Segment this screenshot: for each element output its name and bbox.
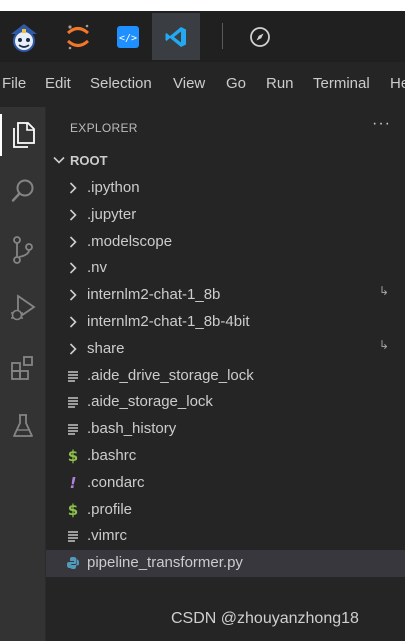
- code-editor-app-icon[interactable]: </>: [104, 13, 152, 60]
- tree-file-row[interactable]: pipeline_transformer.py: [46, 550, 405, 577]
- chevron-right-icon: [66, 207, 80, 223]
- text-file-icon: [66, 421, 80, 437]
- browser-app-icon[interactable]: [236, 13, 284, 60]
- menu-edit[interactable]: Edit: [45, 75, 71, 92]
- text-file-icon: [66, 394, 80, 410]
- chevron-right-icon: [66, 314, 80, 330]
- dock-separator: [222, 23, 223, 49]
- explorer-sidebar: EXPLORER ··· ROOT .ipython .jupyter .model…: [46, 107, 405, 641]
- chevron-right-icon: [66, 287, 80, 303]
- menu-terminal[interactable]: Terminal: [313, 75, 370, 92]
- tree-folder-row[interactable]: internlm2-chat-1_8b-4bit: [46, 309, 405, 336]
- files-icon: [13, 122, 35, 148]
- tree-file-row[interactable]: .vimrc: [46, 523, 405, 550]
- jupyter-icon: [66, 24, 90, 49]
- extensions-icon: [11, 356, 33, 380]
- vscode-app-icon[interactable]: [152, 13, 200, 60]
- chevron-right-icon: [66, 234, 80, 250]
- tree-item-label: .vimrc: [87, 527, 127, 545]
- jupyter-app-icon[interactable]: [54, 13, 102, 60]
- tree-item-label: pipeline_transformer.py: [87, 554, 243, 572]
- tree-file-row[interactable]: .aide_storage_lock: [46, 389, 405, 416]
- vscode-icon: [165, 26, 186, 47]
- chevron-down-icon: [53, 156, 65, 164]
- code-brackets-icon: </>: [117, 25, 139, 48]
- tree-folder-row[interactable]: share ↳: [46, 336, 405, 363]
- menu-help[interactable]: He: [390, 75, 405, 92]
- tree-folder-row[interactable]: .modelscope: [46, 229, 405, 256]
- explorer-activity-button[interactable]: [0, 112, 46, 158]
- mascot-icon: [11, 23, 37, 52]
- symlink-icon: ↳: [378, 337, 389, 352]
- file-tree: .ipython .jupyter .modelscope .nv internlm2-…: [46, 175, 405, 577]
- text-file-icon: [66, 368, 80, 384]
- run-debug-activity-button[interactable]: [0, 285, 46, 331]
- watermark-text: CSDN @zhouyanzhong18: [171, 610, 359, 627]
- svg-text:</>: </>: [119, 33, 137, 44]
- tree-folder-row[interactable]: .nv: [46, 255, 405, 282]
- tree-folder-row[interactable]: .jupyter: [46, 202, 405, 229]
- tree-file-row[interactable]: ! .condarc: [46, 470, 405, 497]
- source-control-activity-button[interactable]: [0, 227, 46, 273]
- search-icon: [11, 179, 34, 202]
- shell-dollar-icon: $: [67, 446, 79, 465]
- tree-file-row[interactable]: .bash_history: [46, 416, 405, 443]
- menu-file[interactable]: File: [2, 75, 26, 92]
- source-control-icon: [13, 236, 33, 264]
- mascot-app-icon[interactable]: [0, 13, 48, 60]
- tree-item-label: .condarc: [87, 473, 145, 491]
- symlink-icon: ↳: [378, 284, 389, 299]
- tree-folder-row[interactable]: .ipython: [46, 175, 405, 202]
- tree-folder-row[interactable]: internlm2-chat-1_8b ↳: [46, 282, 405, 309]
- tree-item-label: .ipython: [87, 179, 140, 196]
- tree-item-label: .nv: [87, 259, 108, 277]
- tree-item-label: share: [87, 339, 125, 357]
- chevron-right-icon: [66, 341, 80, 357]
- more-actions-button[interactable]: ···: [372, 115, 391, 133]
- activity-bar: [0, 107, 46, 641]
- menu-view[interactable]: View: [173, 75, 205, 92]
- python-icon: [66, 555, 80, 571]
- tree-file-row[interactable]: $ .profile: [46, 497, 405, 524]
- exclamation-icon: !: [69, 473, 77, 492]
- tree-item-label: .bashrc: [87, 446, 137, 464]
- menu-run[interactable]: Run: [266, 75, 294, 92]
- root-folder-header[interactable]: ROOT: [46, 147, 405, 173]
- chevron-right-icon: [66, 260, 80, 276]
- taskbar: </>: [0, 11, 405, 62]
- flask-icon: [13, 414, 33, 437]
- tree-item-label: internlm2-chat-1_8b: [87, 286, 221, 304]
- menu-selection[interactable]: Selection: [90, 75, 152, 92]
- tree-item-label: .jupyter: [87, 205, 137, 223]
- compass-icon: [250, 26, 270, 47]
- tree-item-label: .modelscope: [87, 232, 173, 250]
- explorer-title: EXPLORER: [70, 121, 138, 135]
- menu-go[interactable]: Go: [226, 75, 246, 92]
- search-activity-button[interactable]: [0, 168, 46, 214]
- extensions-activity-button[interactable]: [0, 345, 46, 391]
- tree-item-label: .bash_history: [87, 420, 177, 438]
- testing-activity-button[interactable]: [0, 403, 46, 449]
- chevron-right-icon: [66, 180, 80, 196]
- tree-file-row[interactable]: .aide_drive_storage_lock: [46, 363, 405, 390]
- tree-item-label: internlm2-chat-1_8b-4bit: [87, 312, 250, 330]
- run-debug-icon: [11, 294, 36, 321]
- tree-item-label: .aide_storage_lock: [87, 393, 213, 411]
- menubar: File Edit Selection View Go Run Terminal…: [0, 62, 405, 107]
- root-folder-label: ROOT: [70, 153, 108, 168]
- text-file-icon: [66, 528, 80, 544]
- shell-dollar-icon: $: [67, 500, 79, 519]
- tree-item-label: .aide_drive_storage_lock: [87, 366, 254, 384]
- tree-item-label: .profile: [87, 500, 133, 518]
- tree-file-row[interactable]: $ .bashrc: [46, 443, 405, 470]
